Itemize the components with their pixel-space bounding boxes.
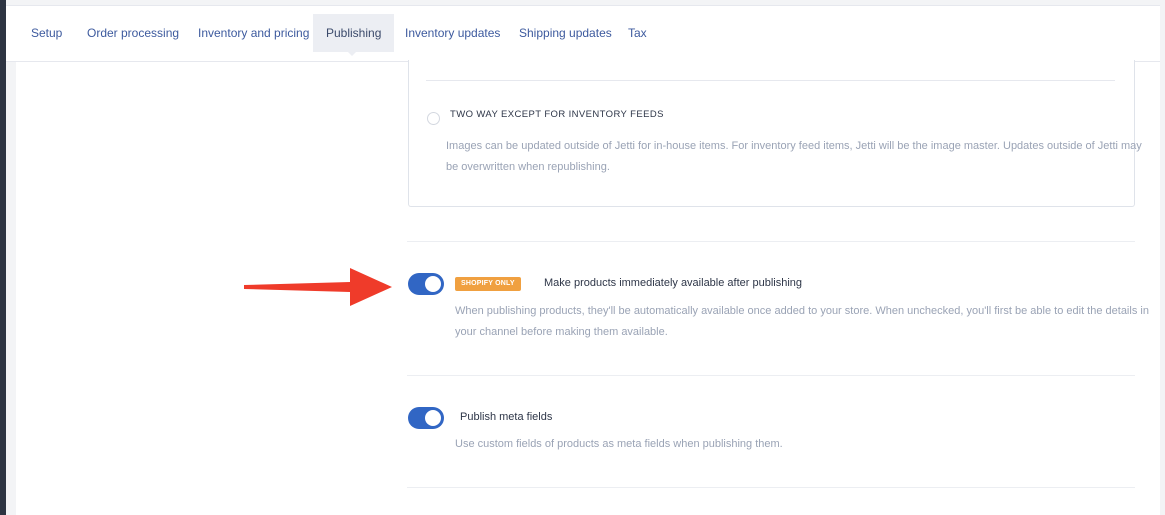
publish-meta-fields-label: Publish meta fields (460, 411, 553, 423)
option-divider (426, 80, 1115, 81)
tab-tax[interactable]: Tax (615, 14, 660, 52)
settings-tabbar: Setup Order processing Inventory and pri… (6, 5, 1160, 62)
app-root: Setup Order processing Inventory and pri… (0, 0, 1165, 515)
immediate-availability-toggle[interactable] (408, 273, 444, 295)
two-way-except-feeds-radio[interactable] (427, 112, 440, 125)
tab-order-processing[interactable]: Order processing (74, 14, 192, 52)
immediate-availability-label: Make products immediately available afte… (544, 277, 803, 289)
section-divider (407, 241, 1135, 242)
description-line: When publishing products, they'll be aut… (455, 305, 1149, 317)
publish-meta-fields-description: Use custom fields of products as meta fi… (455, 438, 783, 450)
left-sidebar-edge (0, 0, 6, 515)
two-way-except-feeds-description: Images can be updated outside of Jetti f… (446, 136, 1142, 178)
tab-inventory-updates[interactable]: Inventory updates (392, 14, 513, 52)
tab-setup[interactable]: Setup (18, 14, 75, 52)
right-edge (1160, 0, 1165, 515)
toggle-knob (425, 410, 441, 426)
image-sync-options-box (408, 60, 1135, 207)
annotation-arrow (244, 268, 392, 306)
section-divider (407, 487, 1135, 488)
publish-meta-fields-toggle[interactable] (408, 407, 444, 429)
description-line: your channel before making them availabl… (455, 326, 668, 338)
tab-inventory-and-pricing[interactable]: Inventory and pricing (185, 14, 322, 52)
tab-publishing[interactable]: Publishing (313, 14, 395, 52)
description-line: be overwritten when republishing. (446, 161, 610, 173)
two-way-except-feeds-title: TWO WAY EXCEPT FOR INVENTORY FEEDS (450, 109, 664, 120)
tab-shipping-updates[interactable]: Shipping updates (506, 14, 625, 52)
section-divider (407, 375, 1135, 376)
toggle-knob (425, 276, 441, 292)
shopify-only-badge: SHOPIFY ONLY (455, 277, 521, 291)
description-line: Images can be updated outside of Jetti f… (446, 140, 1142, 152)
immediate-availability-description: When publishing products, they'll be aut… (455, 301, 1149, 343)
active-tab-pointer (347, 51, 357, 56)
